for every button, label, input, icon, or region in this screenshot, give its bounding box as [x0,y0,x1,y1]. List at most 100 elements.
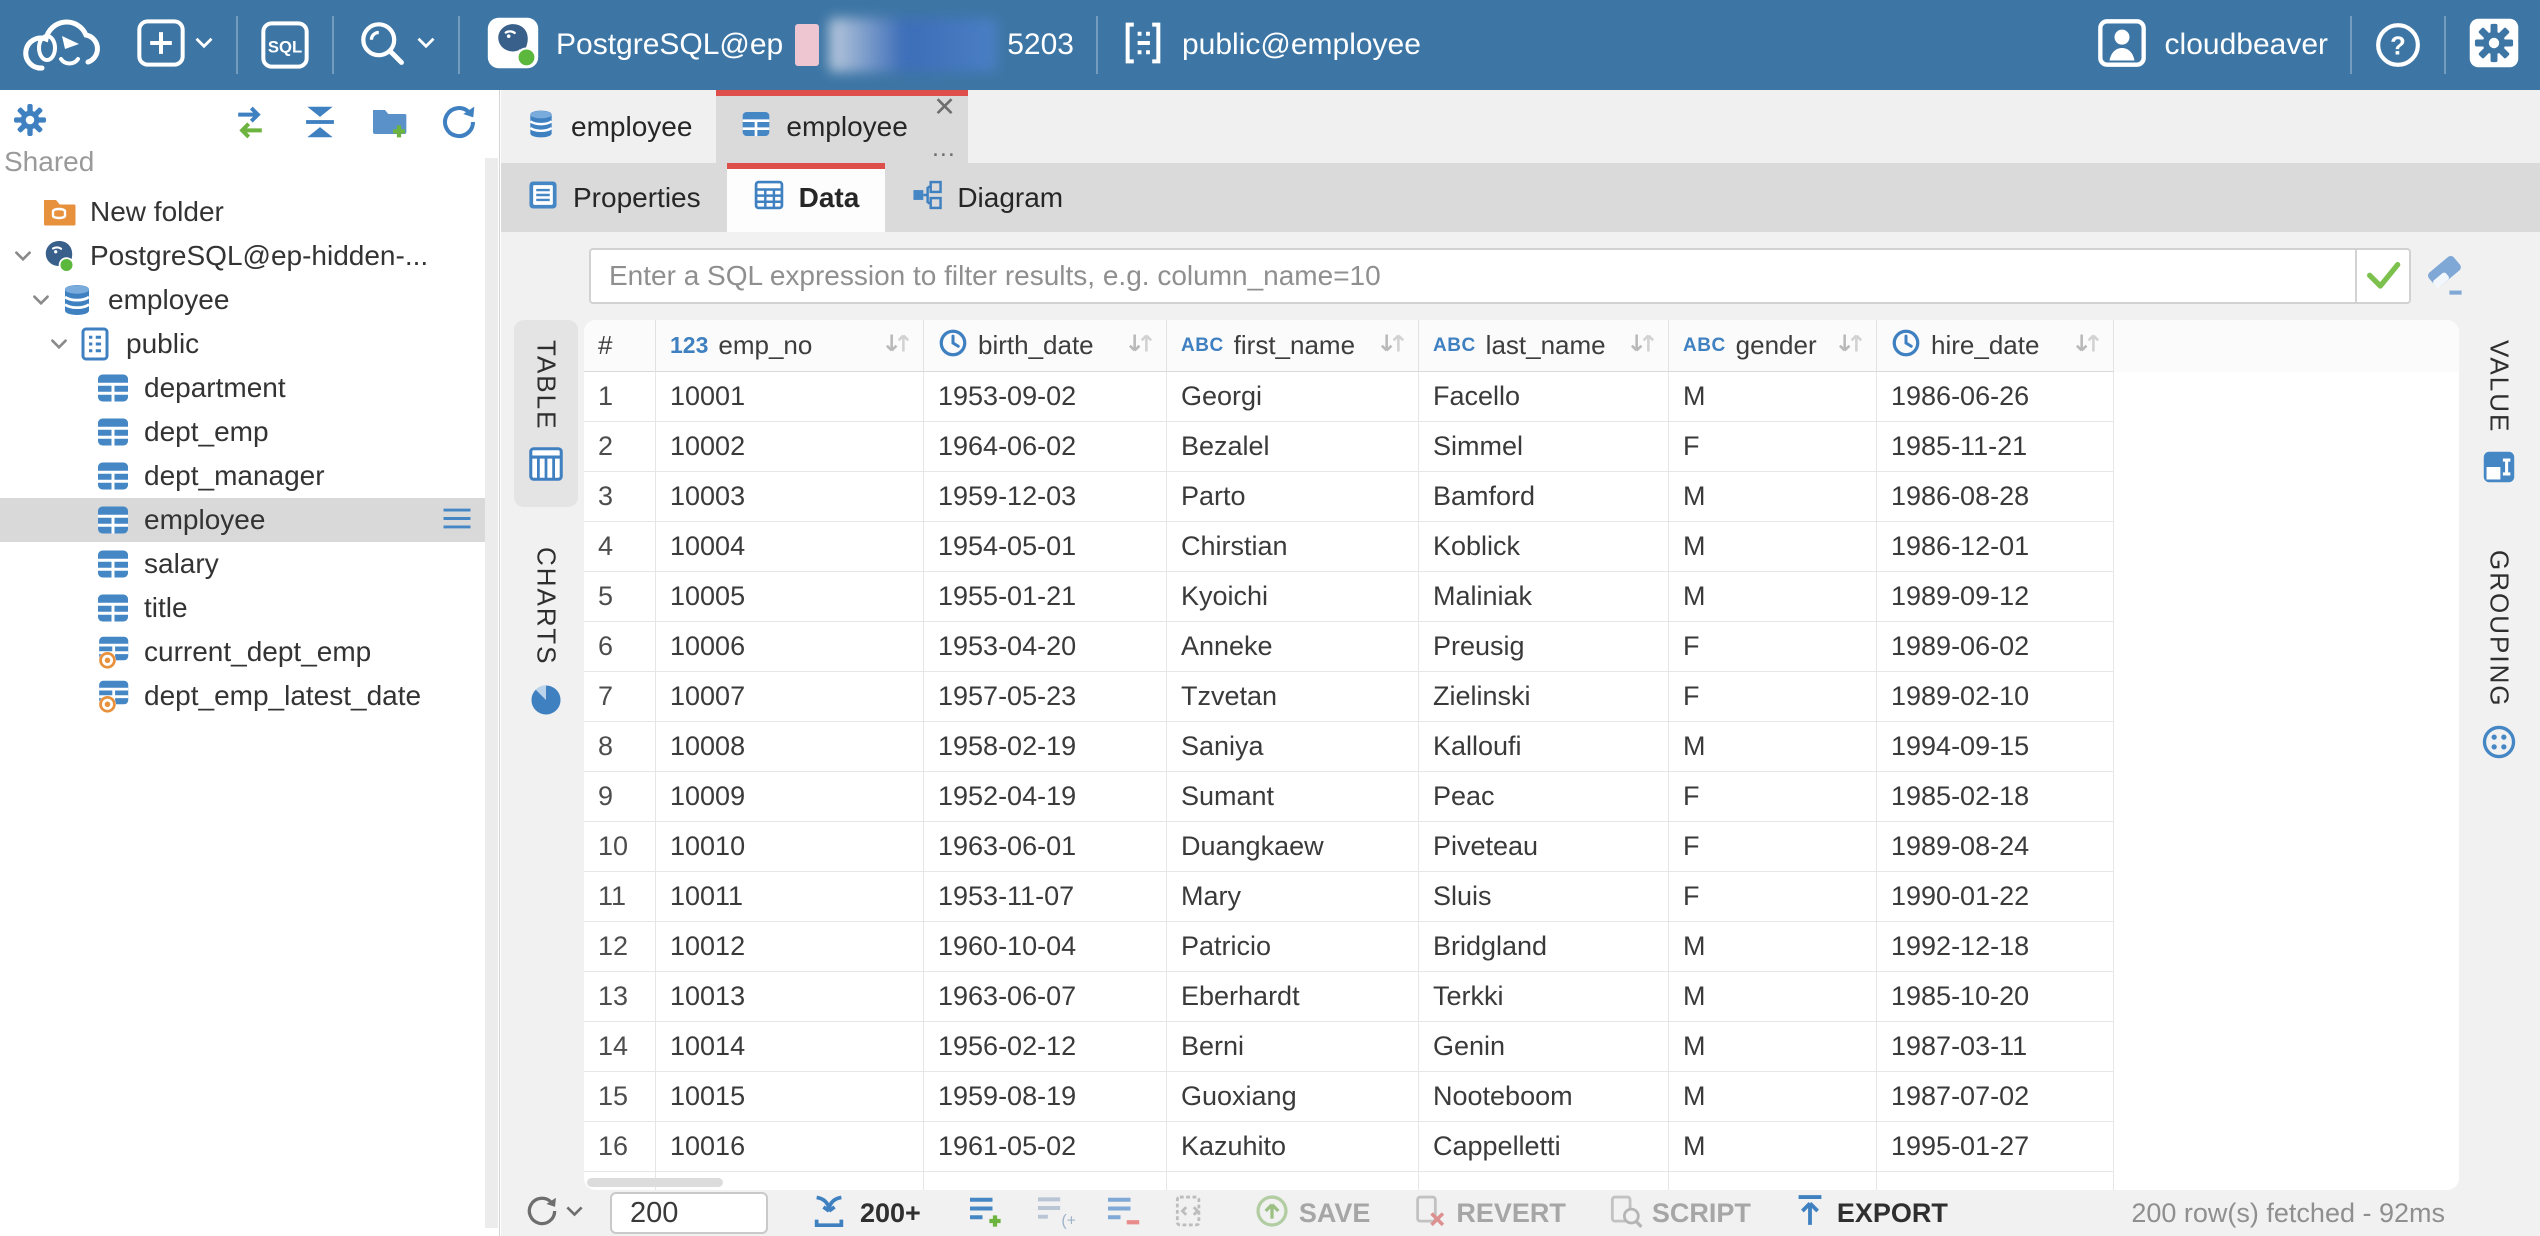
data-cell-birth_date[interactable]: 1956-02-12 [924,1022,1167,1072]
data-cell-hire_date[interactable]: 1990-01-22 [1877,872,2114,922]
data-cell-emp_no[interactable]: 10008 [656,722,924,772]
tree-item-department[interactable]: department [0,366,486,410]
data-cell-birth_date[interactable]: 1952-04-19 [924,772,1167,822]
new-connection-button[interactable] [136,18,214,73]
duplicate-row-button[interactable]: (+) [1033,1192,1075,1234]
data-cell-emp_no[interactable]: 10001 [656,372,924,422]
data-cell-hire_date[interactable]: 1989-06-02 [1877,622,2114,672]
tree-item-employee[interactable]: employee [0,278,486,322]
data-cell-gender[interactable]: M [1669,1022,1877,1072]
column-header-gender[interactable]: ABCgender [1669,320,1877,372]
data-cell-hire_date[interactable]: 1987-07-02 [1877,1072,2114,1122]
data-cell-last_name[interactable]: Koblick [1419,522,1669,572]
row-number-cell[interactable]: 8 [584,722,656,772]
tree-item-dept-emp-latest-date[interactable]: dept_emp_latest_date [0,674,486,718]
data-cell-last_name[interactable]: Genin [1419,1022,1669,1072]
sort-arrows-icon[interactable] [1124,330,1156,361]
data-cell-last_name[interactable]: Cappelletti [1419,1122,1669,1172]
export-button[interactable]: EXPORT [1791,1192,1948,1235]
data-cell-birth_date[interactable]: 1959-08-19 [924,1072,1167,1122]
row-number-cell[interactable]: 2 [584,422,656,472]
data-cell-first_name[interactable]: Bezalel [1167,422,1419,472]
data-cell-first_name[interactable]: Mary [1167,872,1419,922]
row-number-cell[interactable]: 11 [584,872,656,922]
refresh-icon[interactable] [439,102,479,147]
apply-filter-button[interactable] [2355,250,2409,302]
data-cell-last_name[interactable]: Kalloufi [1419,722,1669,772]
data-cell-birth_date[interactable]: 1961-05-02 [924,1122,1167,1172]
data-cell-hire_date[interactable]: 1986-06-26 [1877,372,2114,422]
data-cell-birth_date[interactable]: 1964-06-02 [924,422,1167,472]
schema-selector[interactable]: public@employee [1120,20,1421,71]
row-number-cell[interactable]: 16 [584,1122,656,1172]
tools-tab-grouping[interactable]: GROUPING [2458,530,2540,785]
presentation-tab-table[interactable]: TABLE [514,320,578,507]
refresh-menu-chevron-icon[interactable] [565,1204,584,1222]
data-cell-hire_date[interactable]: 1989-02-10 [1877,672,2114,722]
data-cell-birth_date[interactable]: 1954-05-01 [924,522,1167,572]
data-cell-birth_date[interactable]: 1958-02-19 [924,722,1167,772]
data-cell-last_name[interactable]: Bamford [1419,472,1669,522]
help-button[interactable]: ? [2374,21,2422,69]
expand-chevron-icon[interactable] [24,289,58,311]
tree-item-dept-emp[interactable]: dept_emp [0,410,486,454]
data-cell-hire_date[interactable]: 1994-09-15 [1877,722,2114,772]
row-number-cell[interactable]: 12 [584,922,656,972]
row-number-cell[interactable]: 6 [584,622,656,672]
revert-button[interactable]: REVERT [1410,1192,1566,1235]
connection-selector[interactable]: PostgreSQL@ep 5203 [486,16,1074,75]
row-number-cell[interactable]: 10 [584,822,656,872]
document-tab-employee[interactable]: employee [501,90,716,163]
sidebar-settings-gear-icon[interactable] [10,100,50,145]
column-header-hire_date[interactable]: hire_date [1877,320,2114,372]
data-cell-gender[interactable]: M [1669,572,1877,622]
data-cell-hire_date[interactable]: 1989-09-12 [1877,572,2114,622]
data-cell-birth_date[interactable]: 1963-06-07 [924,972,1167,1022]
row-number-cell[interactable]: 9 [584,772,656,822]
horizontal-scrollbar-thumb[interactable] [587,1178,723,1187]
data-cell-last_name[interactable]: Sluis [1419,872,1669,922]
data-cell-last_name[interactable]: Maliniak [1419,572,1669,622]
data-cell-gender[interactable]: F [1669,422,1877,472]
data-cell-last_name[interactable]: Bridgland [1419,922,1669,972]
data-cell-emp_no[interactable]: 10002 [656,422,924,472]
new-folder-icon[interactable] [369,102,409,147]
delete-row-button[interactable] [1103,1192,1143,1235]
row-number-cell[interactable]: 3 [584,472,656,522]
collapse-all-icon[interactable] [301,103,339,146]
sidebar-scrollbar[interactable] [485,158,498,1228]
data-cell-birth_date[interactable]: 1953-11-07 [924,872,1167,922]
data-cell-gender[interactable]: F [1669,622,1877,672]
add-row-button[interactable] [965,1192,1005,1235]
tree-item-salary[interactable]: salary [0,542,486,586]
data-cell-first_name[interactable]: Kyoichi [1167,572,1419,622]
row-number-cell[interactable]: 5 [584,572,656,622]
row-number-cell[interactable]: 1 [584,372,656,422]
data-cell-gender[interactable]: M [1669,722,1877,772]
column-header-last_name[interactable]: ABClast_name [1419,320,1669,372]
expand-chevron-icon[interactable] [42,333,76,355]
data-cell-emp_no[interactable]: 10003 [656,472,924,522]
data-cell-hire_date[interactable]: 1985-02-18 [1877,772,2114,822]
data-cell-last_name[interactable]: Facello [1419,372,1669,422]
data-cell-gender[interactable]: M [1669,1072,1877,1122]
tree-item-postgresql-ep-hidden-[interactable]: PostgreSQL@ep-hidden-... [0,234,486,278]
data-cell-emp_no[interactable]: 10010 [656,822,924,872]
data-cell-first_name[interactable]: Eberhardt [1167,972,1419,1022]
data-cell-hire_date[interactable]: 1986-08-28 [1877,472,2114,522]
data-cell-first_name[interactable]: Guoxiang [1167,1072,1419,1122]
data-cell-emp_no[interactable]: 10013 [656,972,924,1022]
tab-close-icon[interactable]: ✕ [933,94,956,121]
data-cell-last_name[interactable]: Zielinski [1419,672,1669,722]
data-cell-hire_date[interactable]: 1986-12-01 [1877,522,2114,572]
data-cell-first_name[interactable]: Chirstian [1167,522,1419,572]
data-cell-emp_no[interactable]: 10015 [656,1072,924,1122]
data-cell-first_name[interactable]: Parto [1167,472,1419,522]
filter-input[interactable] [591,250,2355,302]
data-cell-gender[interactable]: M [1669,1122,1877,1172]
view-tab-data[interactable]: Data [727,163,886,232]
tree-item-current-dept-emp[interactable]: current_dept_emp [0,630,486,674]
data-cell-emp_no[interactable]: 10009 [656,772,924,822]
data-cell-last_name[interactable]: Peac [1419,772,1669,822]
tree-item-employee[interactable]: employee [0,498,486,542]
